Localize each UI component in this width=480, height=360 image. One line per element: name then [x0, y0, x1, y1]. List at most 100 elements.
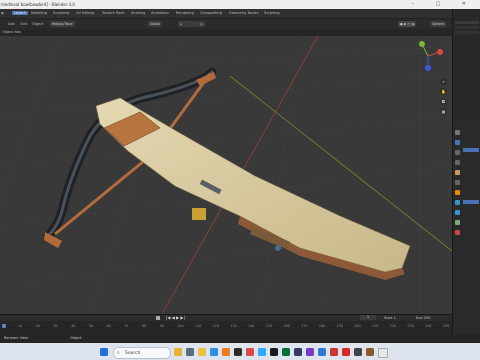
- 3d-viewport[interactable]: ⌕ ✋ ◘ ▦: [0, 36, 452, 314]
- outliner-row[interactable]: [455, 21, 479, 24]
- snap-toggle[interactable]: ⌂: [178, 21, 198, 27]
- zoom-icon[interactable]: ⌕: [440, 78, 447, 85]
- modifier-icon[interactable]: [455, 200, 460, 205]
- orientation-dropdown[interactable]: Global: [148, 21, 163, 27]
- start-icon[interactable]: [100, 348, 108, 356]
- app-icon[interactable]: [366, 348, 374, 356]
- app-icon[interactable]: [246, 348, 254, 356]
- timeline-tick-label: 230: [407, 324, 414, 328]
- viewport-shading-toggle[interactable]: ● ◐ ○ ◑: [398, 21, 417, 27]
- playback-controls[interactable]: |◀ ◀ ▶ ▶|: [166, 315, 185, 320]
- tab-texture-paint[interactable]: Texture Paint: [102, 11, 125, 15]
- timeline-tick-label: 240: [425, 324, 432, 328]
- edge-browser-icon[interactable]: [210, 348, 218, 356]
- timeline-tick-label: 100: [177, 324, 184, 328]
- maximize-button[interactable]: □: [435, 1, 450, 7]
- tab-modeling[interactable]: Modeling: [31, 11, 47, 15]
- search-placeholder: Search: [125, 350, 141, 356]
- start-frame-label[interactable]: Start 1: [384, 316, 396, 320]
- tab-layout[interactable]: Layout: [12, 11, 28, 15]
- timeline-tick-label: 130: [230, 324, 237, 328]
- outliner-panel[interactable]: [452, 9, 480, 129]
- file-explorer-icon[interactable]: [198, 348, 206, 356]
- timeline-tick-label: 160: [283, 324, 290, 328]
- properties-selected-field[interactable]: [463, 200, 479, 204]
- workspace-bar: ◆ Layout Modeling Sculpting UV Editing T…: [0, 9, 480, 19]
- app-icon[interactable]: [282, 348, 290, 356]
- jump-start-icon[interactable]: [156, 316, 160, 320]
- timeline-tick-label: 190: [336, 324, 343, 328]
- proportional-edit-toggle[interactable]: ◎: [198, 21, 205, 27]
- options-dropdown[interactable]: Options: [430, 21, 447, 27]
- viewport-canvas[interactable]: [0, 36, 452, 314]
- timeline-tick-label: 70: [124, 324, 129, 328]
- playhead[interactable]: 1: [2, 324, 7, 328]
- physics-icon[interactable]: [455, 210, 460, 215]
- world-icon[interactable]: [455, 180, 460, 185]
- blender-logo-icon[interactable]: ◆: [1, 11, 4, 15]
- tab-animation[interactable]: Animation: [151, 11, 169, 15]
- app-icon[interactable]: [330, 348, 338, 356]
- acrobat-icon[interactable]: [342, 348, 350, 356]
- outliner-row[interactable]: [455, 26, 479, 29]
- tab-sculpting[interactable]: Sculpting: [53, 11, 69, 15]
- app-icon[interactable]: [318, 348, 326, 356]
- current-frame-field[interactable]: 1: [360, 315, 376, 320]
- properties-active-row[interactable]: [463, 148, 479, 152]
- crossbow-model[interactable]: [43, 67, 411, 307]
- magnet-icon: ⌂: [180, 22, 183, 26]
- app-icon[interactable]: [234, 348, 242, 356]
- app-icon[interactable]: [378, 348, 388, 358]
- tab-compositing[interactable]: Compositing: [200, 11, 222, 15]
- timeline-tick-label: 140: [248, 324, 255, 328]
- tab-geometry-nodes[interactable]: Geometry Nodes: [229, 11, 259, 15]
- z-axis-handle-icon[interactable]: [425, 65, 431, 71]
- menu-add[interactable]: Add: [8, 22, 15, 26]
- menu-grid[interactable]: Grid: [20, 22, 27, 26]
- tab-uv-editing[interactable]: UV Editing: [76, 11, 94, 15]
- properties-panel[interactable]: [452, 120, 480, 334]
- timeline-tick-label: 40: [71, 324, 76, 328]
- x-axis-handle-icon[interactable]: [437, 49, 443, 55]
- tab-rendering[interactable]: Rendering: [176, 11, 194, 15]
- timeline-tick-label: 170: [301, 324, 308, 328]
- timeline-tick-label: 250: [442, 324, 450, 328]
- timeline-tick-label: 50: [88, 324, 93, 328]
- app-icon[interactable]: [354, 348, 362, 356]
- status-bar: Rename View Object: [0, 334, 480, 343]
- app-icon[interactable]: [294, 348, 302, 356]
- menu-object[interactable]: Object: [32, 22, 43, 26]
- app-icon[interactable]: [270, 348, 278, 356]
- widgets-icon[interactable]: [174, 348, 182, 356]
- navigation-gizmo[interactable]: [412, 40, 444, 72]
- output-icon[interactable]: [455, 150, 460, 155]
- task-view-icon[interactable]: [186, 348, 194, 356]
- tab-shading[interactable]: Shading: [131, 11, 145, 15]
- pan-hand-icon[interactable]: ✋: [440, 88, 447, 95]
- object-icon[interactable]: [455, 190, 460, 195]
- photoshop-icon[interactable]: [258, 348, 266, 356]
- scene-icon[interactable]: [455, 170, 460, 175]
- view-layer-icon[interactable]: [455, 160, 460, 165]
- tool-icon[interactable]: [455, 130, 460, 135]
- render-icon[interactable]: [455, 140, 460, 145]
- window-controls[interactable]: – □ ✕: [411, 1, 476, 7]
- app-icon[interactable]: [306, 348, 314, 356]
- timeline-tick-label: 10: [18, 324, 23, 328]
- select-box-dropdown[interactable]: Object Box: [2, 30, 21, 34]
- material-icon[interactable]: [455, 230, 460, 235]
- minimize-button[interactable]: –: [411, 1, 424, 7]
- taskbar-search[interactable]: ⌕ Search: [113, 347, 171, 359]
- data-icon[interactable]: [455, 220, 460, 225]
- close-button[interactable]: ✕: [462, 1, 476, 7]
- tab-scripting[interactable]: Scripting: [264, 11, 280, 15]
- y-axis-handle-icon[interactable]: [419, 41, 425, 47]
- timeline-panel[interactable]: |◀ ◀ ▶ ▶| 1 Start 1 End 250 1 10 20 30 40 50…: [0, 314, 452, 335]
- windows-taskbar: ⌕ Search: [0, 343, 480, 360]
- blender-taskbar-icon[interactable]: [222, 348, 230, 356]
- camera-icon[interactable]: ◘: [440, 98, 447, 105]
- pivot-dropdown[interactable]: Retopo/Trace: [50, 21, 75, 27]
- outliner-row[interactable]: [455, 31, 479, 34]
- end-frame-label[interactable]: End 250: [416, 316, 430, 320]
- perspective-grid-icon[interactable]: ▦: [440, 108, 447, 115]
